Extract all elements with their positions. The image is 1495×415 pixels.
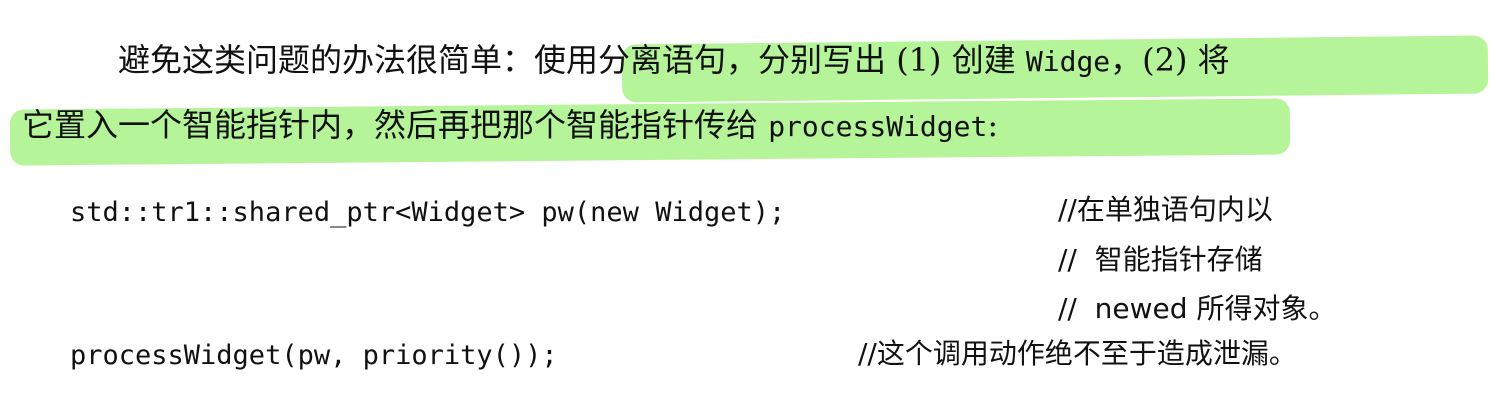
- book-page: 避免这类问题的办法很简单：使用分离语句，分别写出 (1) 创建 Widge，(2…: [0, 0, 1495, 415]
- inline-code-widge: Widge: [1025, 45, 1111, 78]
- paragraph-line-2: 它置入一个智能指针内，然后再把那个智能指针传给 processWidget:: [22, 109, 998, 141]
- line2-tail: :: [987, 106, 999, 144]
- code-comment-2: //这个调用动作绝不至于造成泄漏。: [858, 337, 1297, 370]
- code-comment-1-line-3: // newed 所得对象。: [1058, 292, 1337, 325]
- line1-tail: ，(2) 将: [1110, 41, 1230, 79]
- code-comment-1-line-1: //在单独语句内以: [1058, 193, 1273, 226]
- code-comment-1-line-2: // 智能指针存储: [1058, 243, 1263, 276]
- code-statement-1: std::tr1::shared_ptr<Widget> pw(new Widg…: [70, 197, 786, 228]
- highlighted-text: 使用分离语句，分别写出 (1) 创建: [534, 41, 1026, 79]
- paragraph-line-1: 避免这类问题的办法很简单：使用分离语句，分别写出 (1) 创建 Widge，(2…: [118, 44, 1230, 76]
- code-statement-2: processWidget(pw, priority());: [70, 340, 558, 371]
- line2-text: 它置入一个智能指针内，然后再把那个智能指针传给: [22, 106, 769, 144]
- inline-code-processwidget: processWidget: [768, 110, 988, 143]
- intro-text: 避免这类问题的办法很简单：: [118, 41, 535, 79]
